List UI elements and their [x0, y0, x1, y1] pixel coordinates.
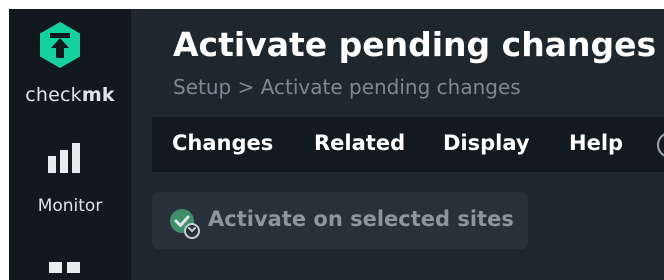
app-window: checkmk Monitor Activate pending changes… [9, 9, 664, 280]
activate-sites-icon [168, 207, 202, 241]
logo-text: checkmk [25, 84, 115, 106]
activate-button-label: Activate on selected sites [208, 207, 514, 231]
sidebar: checkmk Monitor [9, 9, 131, 280]
menu-related[interactable]: Related [314, 131, 405, 155]
menu-help[interactable]: Help [569, 131, 623, 155]
page-menu-bar: Changes Related Display Help [152, 117, 664, 172]
activate-selected-sites-button[interactable]: Activate on selected sites [152, 192, 528, 249]
menu-display[interactable]: Display [443, 131, 530, 155]
menu-changes[interactable]: Changes [172, 131, 273, 155]
page-title: Activate pending changes [173, 25, 657, 64]
checkmk-logo-icon[interactable] [39, 21, 81, 69]
breadcrumb[interactable]: Setup > Activate pending changes [173, 75, 521, 99]
more-circle-icon[interactable] [657, 132, 664, 158]
setup-grid-icon[interactable] [45, 259, 85, 280]
sidebar-item-monitor[interactable]: Monitor [9, 196, 131, 216]
bar-chart-icon[interactable] [45, 142, 85, 174]
